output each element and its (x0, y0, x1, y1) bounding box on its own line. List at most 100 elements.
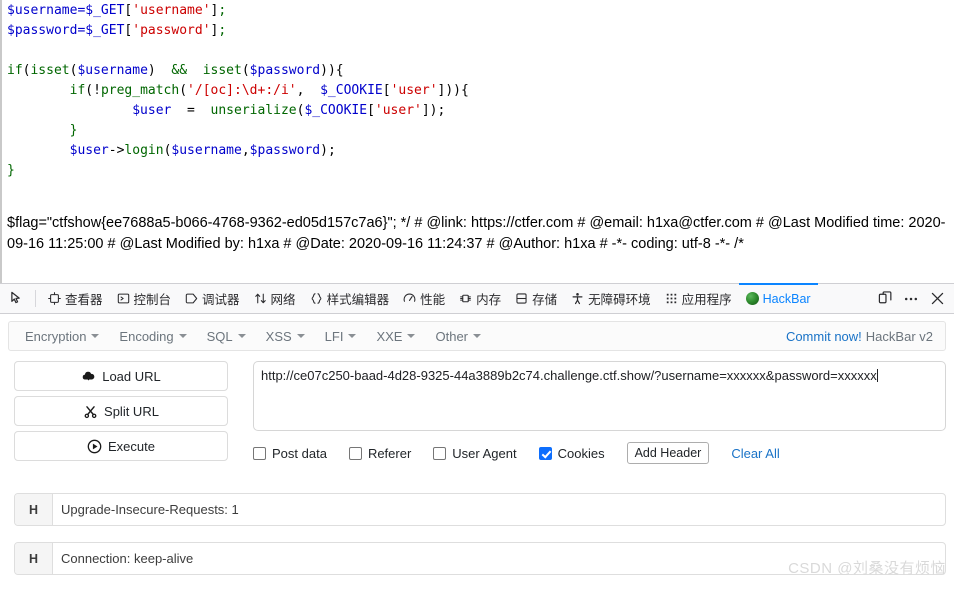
checkbox-referer[interactable]: Referer (348, 446, 411, 461)
header-value-input[interactable]: Upgrade-Insecure-Requests: 1 (53, 494, 945, 525)
code-token: '/[oc]:\d+:/i' (187, 83, 297, 98)
header-row[interactable]: H Upgrade-Insecure-Requests: 1 (14, 493, 946, 526)
devtools-tab-9[interactable]: 无障碍环境 (564, 283, 658, 314)
code-token: ; (218, 3, 227, 18)
scissors-icon (83, 404, 98, 419)
code-token: , (241, 143, 250, 158)
code-line: $user->login($username,$password); (7, 141, 469, 161)
code-token: 'username' (132, 3, 211, 18)
option-checkbox-list: Post data Referer User Agent Cookies (253, 446, 627, 461)
code-token: [ (367, 103, 375, 118)
devtools-tab-label: 应用程序 (681, 293, 732, 307)
code-token: ; (218, 23, 227, 38)
rendered-page-area: $username=$_GET['username']; $password=$_… (0, 0, 954, 283)
hackbar-menu-xss[interactable]: XSS (256, 322, 315, 350)
devtools-tab-6[interactable]: 性能 (396, 283, 452, 314)
code-token: (! (85, 83, 101, 98)
hackbar-menu-list: Encryption Encoding SQL XSS LFI XXE Other (15, 322, 491, 350)
header-row[interactable]: H Connection: keep-alive (14, 542, 946, 575)
code-token: = (171, 103, 211, 118)
devtools-tab-4[interactable]: 网络 (247, 283, 303, 314)
devtools-tab-11[interactable]: HackBar (738, 283, 818, 314)
code-token: $password= (7, 23, 86, 38)
hackbar-action-buttons: Load URL Split URL Execute (14, 361, 228, 466)
url-input-value: http://ce07c250-baad-4d28-9325-44a3889b2… (261, 368, 877, 383)
add-header-button[interactable]: Add Header (626, 442, 710, 464)
code-token: ) (320, 63, 328, 78)
hackbar-menu-encryption[interactable]: Encryption (15, 322, 109, 350)
console-icon (117, 292, 130, 305)
code-token: $username (77, 63, 148, 78)
hackbar-version-label: HackBar v2 (865, 328, 933, 344)
chevron-down-icon (91, 334, 100, 338)
split-url-button[interactable]: Split URL (14, 396, 228, 426)
hackbar-menubar: Encryption Encoding SQL XSS LFI XXE Other Comm… (8, 321, 946, 351)
code-token: $_GET (85, 3, 125, 18)
hackbar-menu-sql[interactable]: SQL (197, 322, 256, 350)
code-token: $_COOKIE (320, 83, 383, 98)
clear-all-link[interactable]: Clear All (731, 446, 779, 461)
chevron-down-icon (348, 334, 357, 338)
style-editor-icon (310, 292, 323, 305)
devtools-tab-7[interactable]: 内存 (452, 283, 508, 314)
hackbar-menu-label: Encryption (25, 328, 87, 344)
load-url-button[interactable]: Load URL (14, 361, 228, 391)
element-picker-icon[interactable] (4, 286, 30, 312)
more-options-icon[interactable] (898, 286, 924, 312)
checkbox-label: Cookies (557, 445, 605, 461)
hackbar-menu-lfi[interactable]: LFI (315, 322, 367, 350)
dock-layout-icon[interactable] (872, 286, 898, 312)
devtools-tab-10[interactable]: 应用程序 (658, 283, 739, 314)
code-token: $user (132, 103, 172, 118)
hackbar-menu-label: XXE (376, 328, 403, 344)
code-token: $password (249, 143, 321, 158)
code-line: $password=$_GET['password']; (7, 21, 469, 41)
hackbar-menu-encoding[interactable]: Encoding (109, 322, 196, 350)
checkbox-label: Post data (272, 445, 327, 461)
devtools-tab-label: HackBar (762, 291, 811, 306)
devtools-tab-label: 调试器 (202, 293, 240, 307)
devtools-tab-5[interactable]: 样式编辑器 (303, 283, 397, 314)
hackbar-menu-xxe[interactable]: XXE (366, 322, 425, 350)
checkbox-cookies[interactable]: Cookies (538, 445, 605, 461)
url-input[interactable]: http://ce07c250-baad-4d28-9325-44a3889b2… (253, 361, 946, 431)
code-token: if (69, 83, 86, 98)
code-token: && (155, 63, 203, 78)
devtools-tab-8[interactable]: 存储 (508, 283, 564, 314)
chevron-down-icon (237, 334, 246, 338)
checkbox-post-data[interactable]: Post data (253, 446, 327, 461)
checkbox-unchecked-icon[interactable] (433, 446, 447, 460)
checkbox-unchecked-icon[interactable] (253, 446, 266, 460)
checkbox-user-agent[interactable]: User Agent (433, 446, 517, 461)
devtools-tab-label: 内存 (476, 293, 502, 307)
devtools-tab-2[interactable]: 控制台 (110, 283, 179, 314)
hackbar-menu-label: SQL (206, 328, 233, 344)
hackbar-menu-other[interactable]: Other (425, 322, 491, 350)
application-icon (665, 292, 678, 305)
code-token: ){ (327, 63, 344, 78)
code-token: 'password' (132, 23, 211, 38)
header-value-input[interactable]: Connection: keep-alive (53, 543, 945, 574)
devtools-tab-3[interactable]: 调试器 (178, 283, 247, 314)
execute-button[interactable]: Execute (14, 431, 228, 461)
code-token: ( (179, 83, 188, 98)
code-token: ( (241, 63, 250, 78)
code-token: $password (249, 63, 321, 78)
devtools-tab-1[interactable]: 查看器 (41, 283, 110, 314)
hackbar-icon (745, 292, 759, 305)
code-line: } (7, 121, 469, 141)
debugger-icon (185, 292, 198, 305)
performance-icon (403, 292, 416, 305)
hackbar-menu-label: LFI (324, 328, 344, 344)
code-token: } (7, 163, 15, 178)
chevron-down-icon (296, 334, 305, 338)
commit-now-link[interactable]: Commit now! (786, 329, 866, 344)
close-icon[interactable] (924, 286, 950, 312)
checkbox-unchecked-icon[interactable] (348, 446, 362, 460)
checkbox-checked-icon[interactable] (538, 446, 552, 460)
code-token: isset (30, 63, 70, 78)
hackbar-menu-label: Encoding (119, 328, 174, 344)
code-line: if(isset($username) && isset($password))… (7, 61, 469, 81)
code-token: ) (147, 63, 156, 78)
page-left-border (0, 0, 2, 283)
